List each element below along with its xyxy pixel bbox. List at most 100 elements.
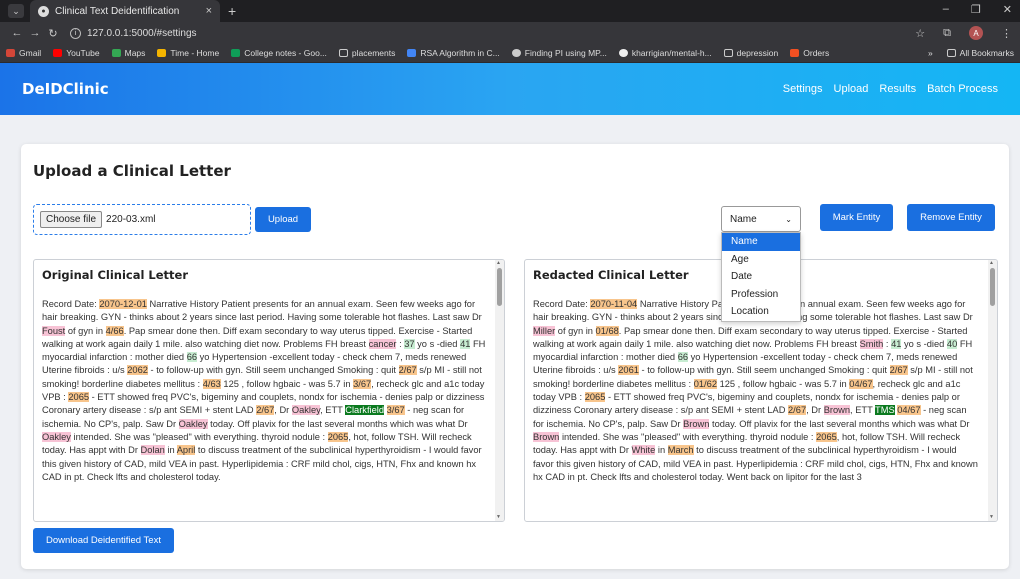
download-deidentified-button[interactable]: Download Deidentified Text — [33, 528, 174, 553]
mark-entity-button[interactable]: Mark Entity — [820, 204, 893, 231]
date-entity[interactable]: 01/68 — [595, 325, 619, 336]
bookmark-github[interactable]: kharrigian/mental-h... — [618, 48, 712, 58]
date-entity[interactable]: 04/67 — [849, 378, 873, 389]
bookmark-maps[interactable]: Maps — [111, 48, 145, 58]
back-icon[interactable]: ← — [8, 27, 26, 39]
choose-file-button[interactable]: Choose file — [40, 211, 103, 228]
bookmark-rsa[interactable]: RSA Algorithm in C... — [407, 48, 500, 58]
option-location[interactable]: Location — [722, 303, 800, 321]
bookmark-time-home[interactable]: Time - Home — [157, 48, 219, 58]
date-entity[interactable]: 4/66 — [105, 325, 124, 336]
menu-icon[interactable]: ⋮ — [1001, 27, 1012, 40]
age-entity[interactable]: 41 — [460, 338, 471, 349]
option-profession[interactable]: Profession — [722, 286, 800, 304]
scroll-thumb[interactable] — [497, 268, 502, 306]
age-entity[interactable]: 37 — [404, 338, 415, 349]
date-entity[interactable]: 2065 — [327, 431, 349, 442]
date-entity[interactable]: 04/67 — [897, 405, 921, 416]
scroll-down-icon[interactable]: ▼ — [496, 514, 501, 520]
reload-icon[interactable]: ↻ — [44, 27, 62, 40]
nav-settings[interactable]: Settings — [783, 83, 823, 95]
tab-close-icon[interactable]: × — [206, 5, 212, 17]
nav-batch-process[interactable]: Batch Process — [927, 83, 998, 95]
age-entity[interactable]: 40 — [946, 338, 958, 349]
original-letter-panel[interactable]: Original Clinical Letter Record Date: 20… — [33, 259, 505, 522]
more-bookmarks-icon[interactable]: » — [928, 48, 933, 58]
name-entity[interactable]: Brown — [533, 431, 560, 442]
date-entity[interactable]: 2065 — [68, 392, 90, 403]
close-window-icon[interactable]: ✕ — [1003, 3, 1012, 16]
date-entity[interactable]: 2062 — [127, 365, 148, 376]
date-entity[interactable]: 2/67 — [256, 405, 275, 416]
name-entity[interactable]: Oakley — [42, 431, 71, 442]
name-entity[interactable]: Foust — [42, 325, 66, 336]
url-field[interactable]: i 127.0.0.1:5000/#settings — [70, 27, 915, 39]
scroll-up-icon[interactable]: ▲ — [496, 260, 501, 266]
bookmark-gmail[interactable]: Gmail — [6, 48, 41, 58]
bookmark-star-icon[interactable]: ☆ — [915, 27, 925, 40]
nav-upload[interactable]: Upload — [834, 83, 869, 95]
original-letter-text[interactable]: Record Date: 2070-12-01 Narrative Histor… — [42, 298, 492, 484]
bookmark-orders[interactable]: Orders — [790, 48, 829, 58]
name-entity[interactable]: Oakley — [291, 405, 321, 416]
age-entity[interactable]: 41 — [891, 338, 902, 349]
redacted-letter-text[interactable]: Record Date: 2070-11-04 Narrative Histor… — [533, 298, 985, 484]
bookmark-college-notes[interactable]: College notes - Goo... — [231, 48, 327, 58]
date-entity[interactable]: 2/67 — [398, 365, 417, 376]
name-entity[interactable]: Dolan — [140, 445, 165, 456]
bookmark-placements[interactable]: placements — [338, 48, 395, 58]
restore-icon[interactable]: ❐ — [971, 3, 981, 16]
name-entity[interactable]: Brown — [683, 418, 710, 429]
scroll-thumb[interactable] — [990, 268, 995, 306]
profile-avatar[interactable]: A — [969, 26, 983, 40]
option-name[interactable]: Name — [722, 233, 800, 251]
date-entity[interactable]: 2/67 — [889, 365, 908, 376]
upload-button[interactable]: Upload — [255, 207, 311, 232]
bookmark-depression[interactable]: depression — [723, 48, 778, 58]
extensions-icon[interactable]: ⧉ — [943, 27, 951, 40]
profession-entity[interactable]: Clarkfield — [345, 405, 384, 416]
option-age[interactable]: Age — [722, 251, 800, 269]
date-entity[interactable]: 01/62 — [693, 378, 717, 389]
date-entity[interactable]: 4/63 — [202, 378, 221, 389]
name-entity[interactable]: Smith — [859, 338, 884, 349]
age-entity[interactable]: 66 — [186, 352, 198, 363]
profession-entity[interactable]: TMS — [875, 405, 895, 416]
date-entity[interactable]: 2070-11-04 — [590, 299, 638, 309]
original-scrollbar[interactable]: ▲ ▼ — [495, 260, 504, 521]
date-entity[interactable]: 2061 — [618, 365, 639, 376]
new-tab-button[interactable]: + — [228, 3, 236, 19]
remove-entity-button[interactable]: Remove Entity — [907, 204, 995, 231]
date-entity[interactable]: 2065 — [816, 431, 837, 442]
entity-type-select[interactable]: Name ⌄ — [721, 206, 801, 232]
site-info-icon[interactable]: i — [70, 27, 81, 39]
name-entity[interactable]: cancer — [368, 338, 397, 349]
date-entity[interactable]: 3/67 — [386, 405, 405, 416]
option-date[interactable]: Date — [722, 268, 800, 286]
all-bookmarks[interactable]: All Bookmarks — [946, 48, 1014, 58]
redacted-scrollbar[interactable]: ▲ ▼ — [988, 260, 997, 521]
bookmark-finding-pi[interactable]: Finding PI using MP... — [511, 48, 607, 58]
date-entity[interactable]: 3/67 — [353, 378, 372, 389]
name-entity[interactable]: White — [631, 445, 656, 456]
forward-icon[interactable]: → — [26, 27, 44, 39]
scroll-down-icon[interactable]: ▼ — [989, 514, 994, 520]
date-entity[interactable]: April — [176, 445, 196, 456]
minimize-icon[interactable]: – — [943, 3, 949, 16]
tab-search-icon[interactable]: ⌄ — [8, 4, 24, 18]
bookmark-youtube[interactable]: YouTube — [53, 48, 100, 58]
date-entity[interactable]: 2/67 — [788, 405, 807, 416]
name-entity[interactable]: Miller — [533, 325, 556, 336]
date-entity[interactable]: March — [667, 445, 694, 456]
letter-text-run: 125 , follow hgbaic - was 5.7 in — [716, 378, 850, 389]
name-entity[interactable]: Brown — [823, 405, 851, 416]
nav-results[interactable]: Results — [879, 83, 916, 95]
name-entity[interactable]: Oakley — [178, 418, 208, 429]
date-entity[interactable]: 2065 — [584, 392, 606, 403]
age-entity[interactable]: 66 — [677, 352, 689, 363]
browser-tab[interactable]: ● Clinical Text Deidentification × — [30, 0, 220, 22]
file-input[interactable]: Choose file 220-03.xml — [33, 204, 251, 235]
scroll-up-icon[interactable]: ▲ — [989, 260, 994, 266]
app-brand[interactable]: DeIDClinic — [22, 80, 109, 98]
date-entity[interactable]: 2070-12-01 — [99, 299, 147, 309]
